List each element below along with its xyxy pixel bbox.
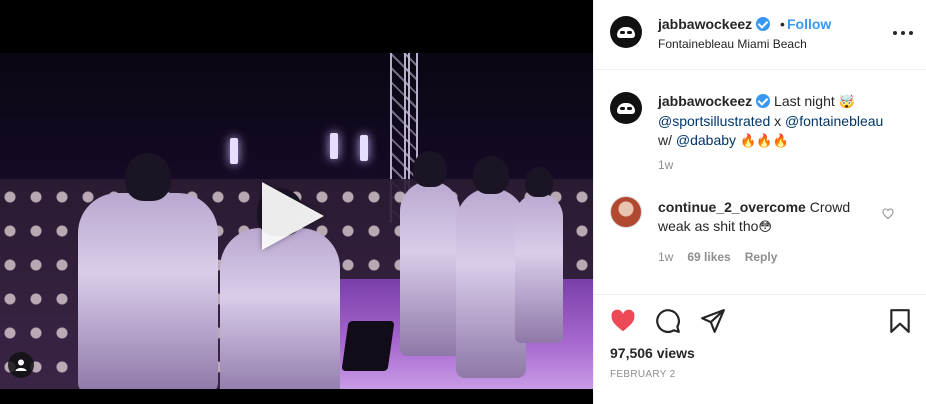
caption-body: Last night bbox=[774, 93, 835, 109]
share-icon[interactable] bbox=[700, 308, 726, 334]
comment-meta: 1w 69 likes Reply bbox=[658, 250, 777, 264]
comment-likes[interactable]: 69 likes bbox=[687, 250, 730, 264]
post-date[interactable]: FEBRUARY 2 bbox=[610, 369, 675, 380]
follow-button[interactable]: Follow bbox=[787, 16, 831, 32]
dancer bbox=[220, 188, 340, 389]
comment-timestamp[interactable]: 1w bbox=[658, 250, 673, 264]
stage-light bbox=[330, 133, 338, 159]
view-count[interactable]: 97,506 views bbox=[610, 345, 695, 361]
instagram-post: jabbawockeez • Follow Fontainebleau Miam… bbox=[0, 0, 926, 404]
bookmark-icon[interactable] bbox=[887, 308, 913, 334]
mention-link[interactable]: @dababy bbox=[676, 132, 736, 148]
emoji: 🔥🔥🔥 bbox=[736, 134, 789, 149]
more-options-icon[interactable] bbox=[893, 23, 913, 43]
dancer bbox=[400, 151, 460, 356]
play-icon[interactable] bbox=[262, 182, 324, 250]
mention-link[interactable]: @fontainebleau bbox=[785, 113, 883, 129]
verified-badge-icon bbox=[756, 94, 771, 108]
profile-avatar[interactable] bbox=[610, 16, 642, 48]
comment-heart-icon[interactable] bbox=[882, 208, 894, 220]
dancer bbox=[515, 167, 563, 343]
commenter-username[interactable]: continue_2_overcome bbox=[658, 199, 806, 215]
action-bar: 97,506 views FEBRUARY 2 bbox=[594, 294, 926, 404]
caption-avatar[interactable] bbox=[610, 92, 642, 124]
user-tag-icon[interactable] bbox=[8, 352, 34, 378]
post-sidebar: jabbawockeez • Follow Fontainebleau Miam… bbox=[593, 0, 926, 404]
emoji: 😳 bbox=[758, 220, 772, 235]
caption-text: jabbawockeez Last night 🤯 @sportsillustr… bbox=[658, 92, 908, 151]
caption-connector: w/ bbox=[658, 132, 676, 148]
post-header: jabbawockeez • Follow Fontainebleau Miam… bbox=[594, 0, 926, 70]
location-link[interactable]: Fontainebleau Miami Beach bbox=[658, 37, 807, 51]
header-username[interactable]: jabbawockeez bbox=[658, 16, 771, 32]
comment-icon[interactable] bbox=[655, 308, 681, 334]
separator-dot: • bbox=[780, 16, 785, 32]
heart-icon[interactable] bbox=[610, 308, 636, 334]
verified-badge-icon bbox=[756, 17, 771, 31]
video-player[interactable] bbox=[0, 0, 593, 404]
speaker bbox=[341, 321, 395, 371]
comment-text: continue_2_overcome Crowd weak as shit t… bbox=[658, 198, 883, 237]
dancer bbox=[78, 153, 218, 389]
emoji: 🤯 bbox=[838, 95, 855, 110]
reply-button[interactable]: Reply bbox=[745, 250, 778, 264]
caption-connector: x bbox=[770, 113, 786, 129]
mention-link[interactable]: @sportsillustrated bbox=[658, 113, 770, 129]
username-link[interactable]: jabbawockeez bbox=[658, 16, 752, 32]
stage-light bbox=[360, 135, 368, 161]
stage-light bbox=[230, 138, 238, 164]
commenter-avatar[interactable] bbox=[610, 196, 642, 228]
caption-timestamp[interactable]: 1w bbox=[658, 158, 673, 172]
caption-username[interactable]: jabbawockeez bbox=[658, 93, 752, 109]
